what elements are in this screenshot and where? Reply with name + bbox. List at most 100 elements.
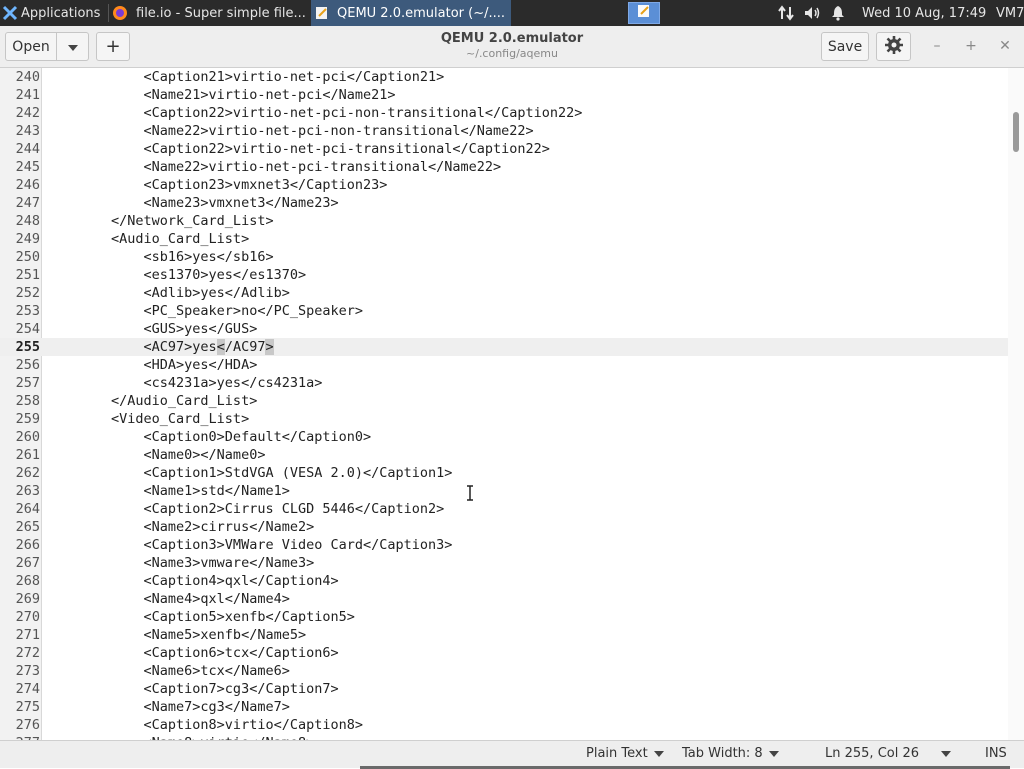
line-text[interactable]: <Name4>qxl</Name4> [46, 590, 290, 608]
code-line[interactable]: 259 <Video_Card_List> [0, 410, 1008, 428]
vertical-scrollbar[interactable] [1008, 68, 1024, 740]
code-line[interactable]: 267 <Name3>vmware</Name3> [0, 554, 1008, 572]
line-text[interactable]: <Name0></Name0> [46, 446, 266, 464]
code-line[interactable]: 245 <Name22>virtio-net-pci-transitional<… [0, 158, 1008, 176]
line-text[interactable]: <Name5>xenfb</Name5> [46, 626, 307, 644]
line-text[interactable]: <AC97>yes</AC97> [46, 338, 274, 356]
line-text[interactable]: <Audio_Card_List> [46, 230, 249, 248]
line-text[interactable]: <Name23>vmxnet3</Name23> [46, 194, 339, 212]
text-editor[interactable]: 240 <Caption21>virtio-net-pci</Caption21… [0, 68, 1008, 740]
editor-launcher[interactable] [628, 2, 660, 24]
line-text[interactable]: <HDA>yes</HDA> [46, 356, 258, 374]
code-line[interactable]: 253 <PC_Speaker>no</PC_Speaker> [0, 302, 1008, 320]
code-line[interactable]: 241 <Name21>virtio-net-pci</Name21> [0, 86, 1008, 104]
code-line[interactable]: 254 <GUS>yes</GUS> [0, 320, 1008, 338]
user-label[interactable]: VM7 [996, 0, 1024, 26]
code-line[interactable]: 252 <Adlib>yes</Adlib> [0, 284, 1008, 302]
line-text[interactable]: <cs4231a>yes</cs4231a> [46, 374, 323, 392]
line-number: 271 [15, 627, 40, 643]
code-line[interactable]: 246 <Caption23>vmxnet3</Caption23> [0, 176, 1008, 194]
header-bar: Open + QEMU 2.0.emulator ~/.config/aqemu… [0, 26, 1024, 68]
code-line[interactable]: 273 <Name6>tcx</Name6> [0, 662, 1008, 680]
line-text[interactable]: <Caption22>virtio-net-pci-transitional</… [46, 140, 550, 158]
line-text[interactable]: <Caption5>xenfb</Caption5> [46, 608, 355, 626]
code-line[interactable]: 270 <Caption5>xenfb</Caption5> [0, 608, 1008, 626]
task-firefox[interactable]: file.io - Super simple file... [112, 0, 310, 26]
line-text[interactable]: <Name6>tcx</Name6> [46, 662, 290, 680]
line-text[interactable]: <Caption1>StdVGA (VESA 2.0)</Caption1> [46, 464, 453, 482]
code-line[interactable]: 248 </Network_Card_List> [0, 212, 1008, 230]
code-line[interactable]: 240 <Caption21>virtio-net-pci</Caption21… [0, 68, 1008, 86]
code-line[interactable]: 274 <Caption7>cg3</Caption7> [0, 680, 1008, 698]
minimize-icon[interactable]: – [927, 36, 947, 56]
cursor-position[interactable]: Ln 255, Col 26 [825, 746, 952, 761]
code-line[interactable]: 250 <sb16>yes</sb16> [0, 248, 1008, 266]
code-line[interactable]: 251 <es1370>yes</es1370> [0, 266, 1008, 284]
line-text[interactable]: <Name1>std</Name1> [46, 482, 290, 500]
line-text[interactable]: <Caption22>virtio-net-pci-non-transition… [46, 104, 583, 122]
code-line[interactable]: 265 <Name2>cirrus</Name2> [0, 518, 1008, 536]
line-text[interactable]: <Caption2>Cirrus CLGD 5446</Caption2> [46, 500, 445, 518]
scrollbar-thumb[interactable] [1013, 112, 1019, 152]
tab-width-selector[interactable]: Tab Width: 8 [682, 746, 779, 761]
line-text[interactable]: <Name2>cirrus</Name2> [46, 518, 315, 536]
code-line[interactable]: 264 <Caption2>Cirrus CLGD 5446</Caption2… [0, 500, 1008, 518]
line-text[interactable]: <Caption23>vmxnet3</Caption23> [46, 176, 388, 194]
applications-label: Applications [21, 5, 101, 21]
code-line[interactable]: 255 <AC97>yes</AC97> [0, 338, 1008, 356]
applications-menu[interactable]: Applications [0, 0, 108, 26]
code-line[interactable]: 262 <Caption1>StdVGA (VESA 2.0)</Caption… [0, 464, 1008, 482]
line-text[interactable]: <Caption0>Default</Caption0> [46, 428, 372, 446]
line-text[interactable]: <Caption7>cg3</Caption7> [46, 680, 339, 698]
line-text[interactable]: <Caption8>virtio</Caption8> [46, 716, 363, 734]
line-text[interactable]: <es1370>yes</es1370> [46, 266, 307, 284]
line-text[interactable]: </Network_Card_List> [46, 212, 274, 230]
save-button[interactable]: Save [821, 32, 869, 61]
line-text[interactable]: <Video_Card_List> [46, 410, 249, 428]
line-text[interactable]: <Name22>virtio-net-pci-transitional</Nam… [46, 158, 502, 176]
line-text[interactable]: <Name21>virtio-net-pci</Name21> [46, 86, 396, 104]
code-line[interactable]: 269 <Name4>qxl</Name4> [0, 590, 1008, 608]
code-line[interactable]: 275 <Name7>cg3</Name7> [0, 698, 1008, 716]
code-line[interactable]: 242 <Caption22>virtio-net-pci-non-transi… [0, 104, 1008, 122]
line-text[interactable]: <Name7>cg3</Name7> [46, 698, 290, 716]
code-line[interactable]: 272 <Caption6>tcx</Caption6> [0, 644, 1008, 662]
line-text[interactable]: <Name3>vmware</Name3> [46, 554, 315, 572]
code-line[interactable]: 256 <HDA>yes</HDA> [0, 356, 1008, 374]
code-line[interactable]: 271 <Name5>xenfb</Name5> [0, 626, 1008, 644]
code-line[interactable]: 263 <Name1>std</Name1> [0, 482, 1008, 500]
code-line[interactable]: 243 <Name22>virtio-net-pci-non-transitio… [0, 122, 1008, 140]
line-text[interactable]: <Name22>virtio-net-pci-non-transitional<… [46, 122, 534, 140]
line-text[interactable]: <sb16>yes</sb16> [46, 248, 274, 266]
code-line[interactable]: 266 <Caption3>VMWare Video Card</Caption… [0, 536, 1008, 554]
line-text[interactable]: <Caption6>tcx</Caption6> [46, 644, 339, 662]
notification-bell-icon[interactable] [831, 0, 847, 26]
maximize-icon[interactable]: + [961, 36, 981, 56]
code-line[interactable]: 257 <cs4231a>yes</cs4231a> [0, 374, 1008, 392]
line-text[interactable]: <GUS>yes</GUS> [46, 320, 258, 338]
code-line[interactable]: 244 <Caption22>virtio-net-pci-transition… [0, 140, 1008, 158]
language-selector[interactable]: Plain Text [586, 746, 664, 761]
settings-button[interactable] [876, 32, 911, 61]
insert-mode[interactable]: INS [985, 746, 1007, 761]
code-line[interactable]: 260 <Caption0>Default</Caption0> [0, 428, 1008, 446]
line-text[interactable]: <Caption21>virtio-net-pci</Caption21> [46, 68, 445, 86]
volume-icon[interactable] [803, 0, 823, 26]
code-line[interactable]: 249 <Audio_Card_List> [0, 230, 1008, 248]
line-text[interactable]: <Caption4>qxl</Caption4> [46, 572, 339, 590]
line-text[interactable]: <Caption3>VMWare Video Card</Caption3> [46, 536, 453, 554]
line-number: 250 [15, 249, 40, 265]
line-text[interactable]: <PC_Speaker>no</PC_Speaker> [46, 302, 363, 320]
close-icon[interactable]: ✕ [995, 36, 1015, 56]
line-text[interactable]: <Adlib>yes</Adlib> [46, 284, 290, 302]
clock[interactable]: Wed 10 Aug, 17:49 [862, 0, 986, 26]
code-line[interactable]: 276 <Caption8>virtio</Caption8> [0, 716, 1008, 734]
task-qemu-editor[interactable]: QEMU 2.0.emulator (~/.... [311, 0, 511, 26]
code-line[interactable]: 268 <Caption4>qxl</Caption4> [0, 572, 1008, 590]
code-line[interactable]: 261 <Name0></Name0> [0, 446, 1008, 464]
code-line[interactable]: 258 </Audio_Card_List> [0, 392, 1008, 410]
network-icon[interactable] [778, 0, 796, 26]
line-text[interactable]: </Audio_Card_List> [46, 392, 257, 410]
line-number: 261 [15, 447, 40, 463]
code-line[interactable]: 247 <Name23>vmxnet3</Name23> [0, 194, 1008, 212]
